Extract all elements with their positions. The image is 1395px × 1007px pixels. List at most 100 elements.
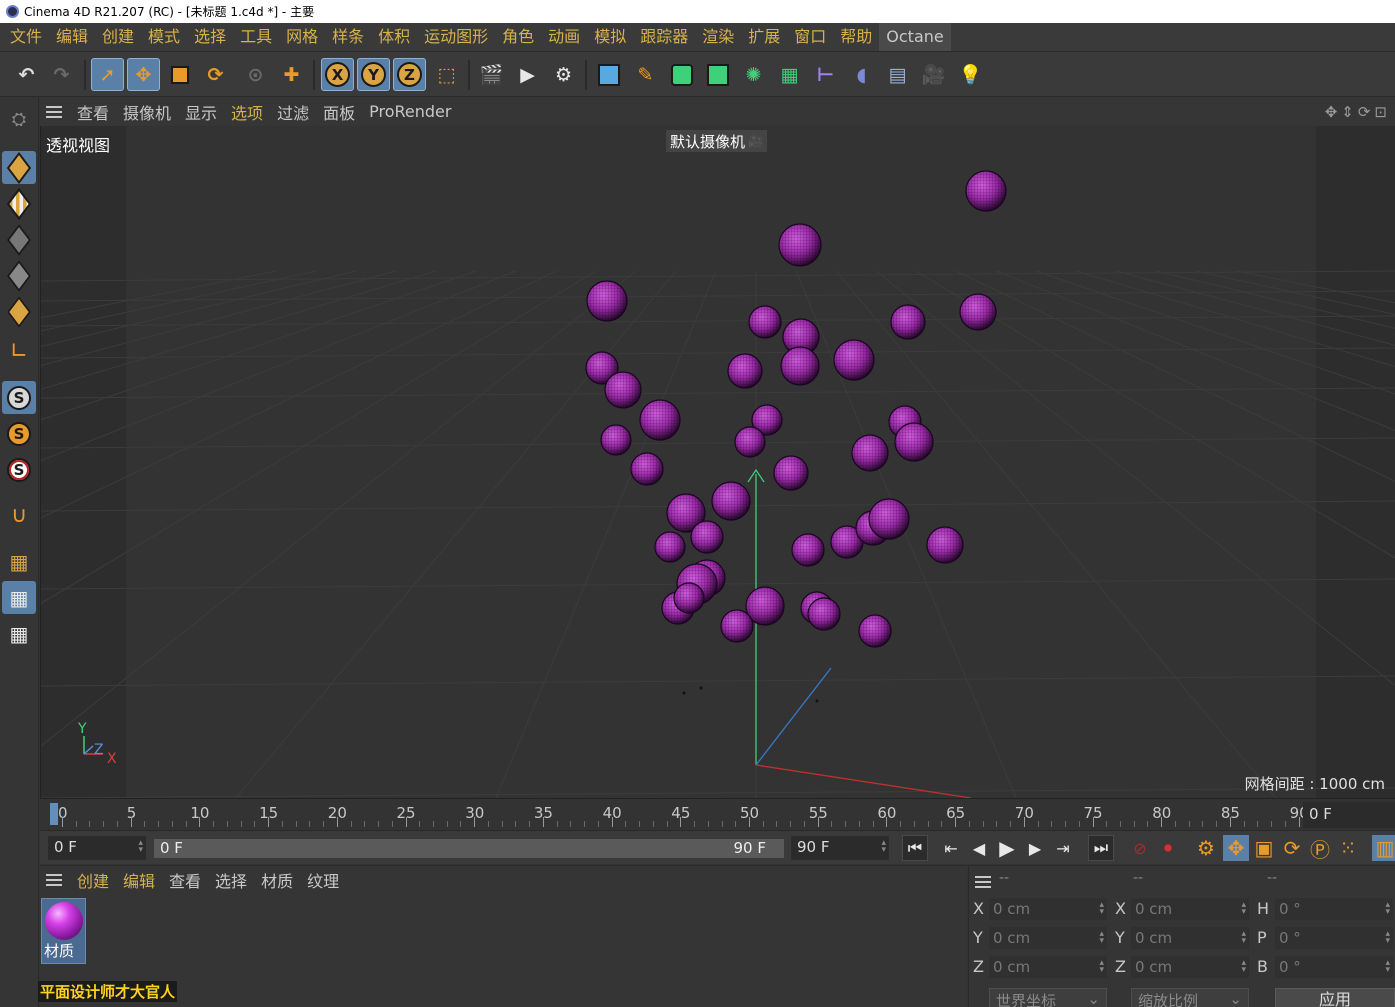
spin-arrows-icon[interactable]: ▴ ▾ — [1241, 930, 1246, 946]
size-y-field[interactable]: 0 cm ▴ ▾ — [1131, 927, 1249, 949]
menu-octane[interactable]: Octane — [879, 23, 951, 51]
spin-arrows-icon[interactable]: ▴ ▾ — [1385, 959, 1390, 975]
render-settings-icon[interactable]: ⚙ — [547, 58, 580, 91]
auto-key-icon[interactable]: ⏺ — [1155, 835, 1181, 861]
model-mode-icon[interactable] — [2, 151, 36, 184]
go-to-start-frame-icon[interactable]: ⇤ — [938, 835, 964, 861]
workplane-rotate-icon[interactable]: ▦ — [2, 617, 36, 650]
extrude-icon[interactable] — [701, 58, 734, 91]
camera-icon[interactable]: 🎥 — [917, 58, 950, 91]
key-parameter-icon[interactable]: Ⓟ — [1307, 835, 1333, 862]
start-frame-field[interactable]: 0 F ▴ ▾ — [48, 836, 146, 860]
key-rotation-icon[interactable]: ⟳ — [1279, 835, 1305, 861]
menu-tracker[interactable]: 跟踪器 — [633, 23, 695, 51]
menu-create[interactable]: 创建 — [95, 23, 141, 51]
snap-enable-icon[interactable]: S — [2, 453, 36, 486]
viewport-menu-camera[interactable]: 摄像机 — [116, 100, 178, 124]
position-y-field[interactable]: 0 cm ▴ ▾ — [989, 927, 1107, 949]
material-menu-select[interactable]: 选择 — [208, 868, 254, 892]
spin-arrows-icon[interactable]: ▴ ▾ — [1385, 930, 1390, 946]
subdivision-icon[interactable] — [665, 58, 698, 91]
go-to-start-icon[interactable]: ⏮ — [902, 835, 928, 861]
spin-arrows-icon[interactable]: ▴ ▾ — [1099, 959, 1104, 975]
rotation-h-field[interactable]: 0 ° ▴ ▾ — [1275, 898, 1393, 920]
rotate-icon[interactable]: ⟳ — [199, 58, 232, 91]
play-icon[interactable]: ▶ — [994, 835, 1020, 861]
recent-tool-icon[interactable]: ⊙ — [239, 58, 272, 91]
scale-icon[interactable] — [163, 58, 196, 91]
live-select-icon[interactable]: ➚ — [91, 58, 124, 91]
menu-mograph[interactable]: 运动图形 — [417, 23, 495, 51]
texture-mode-icon[interactable] — [2, 187, 36, 220]
workplane-icon[interactable]: ▦ — [2, 545, 36, 578]
viewport-menu-display[interactable]: 显示 — [178, 100, 224, 124]
spin-arrows-icon[interactable]: ▴ ▾ — [1099, 901, 1104, 917]
make-editable-icon[interactable]: ⛭ — [2, 103, 36, 136]
sketch-icon[interactable]: ◖ — [845, 58, 878, 91]
material-menu-icon[interactable] — [46, 871, 62, 889]
material-swatch[interactable]: 材质 — [41, 898, 86, 964]
coordinate-system-dropdown[interactable]: 世界坐标 ⌄ — [989, 988, 1107, 1007]
deformer-icon[interactable]: ⊢ — [809, 58, 842, 91]
render-picture-viewer-icon[interactable]: ▶ — [511, 58, 544, 91]
material-menu-edit[interactable]: 编辑 — [116, 868, 162, 892]
spin-arrows-icon[interactable]: ▴ ▾ — [1241, 959, 1246, 975]
menu-animate[interactable]: 动画 — [541, 23, 587, 51]
end-frame-field[interactable]: 90 F ▴ ▾ — [791, 836, 889, 860]
size-z-field[interactable]: 0 cm ▴ ▾ — [1131, 956, 1249, 978]
size-x-field[interactable]: 0 cm ▴ ▾ — [1131, 898, 1249, 920]
polygon-mode-icon[interactable] — [2, 295, 36, 328]
spin-arrows-icon[interactable]: ▴ ▾ — [138, 839, 143, 855]
keyframe-selection-icon[interactable]: ⚙ — [1193, 835, 1219, 861]
edge-mode-icon[interactable] — [2, 259, 36, 292]
timeline-window-icon[interactable]: ▥ — [1372, 835, 1395, 861]
viewport-menu-panel[interactable]: 面板 — [316, 100, 362, 124]
spin-arrows-icon[interactable]: ▴ ▾ — [1385, 901, 1390, 917]
apply-button[interactable]: 应用 — [1275, 988, 1395, 1007]
key-pla-icon[interactable]: ⁙ — [1335, 835, 1361, 861]
menu-file[interactable]: 文件 — [3, 23, 49, 51]
position-z-field[interactable]: 0 cm ▴ ▾ — [989, 956, 1107, 978]
viewport-menu-filter[interactable]: 过滤 — [270, 100, 316, 124]
z-axis-lock[interactable]: Z — [393, 58, 426, 91]
menu-mode[interactable]: 模式 — [141, 23, 187, 51]
menu-mesh[interactable]: 网格 — [279, 23, 325, 51]
viewport-menu-view[interactable]: 查看 — [70, 100, 116, 124]
menu-render[interactable]: 渲染 — [695, 23, 741, 51]
menu-character[interactable]: 角色 — [495, 23, 541, 51]
redo-icon[interactable]: ↷ — [45, 58, 78, 91]
menu-extensions[interactable]: 扩展 — [741, 23, 787, 51]
next-key-icon[interactable]: ⇥ — [1050, 835, 1076, 861]
timeline-ruler[interactable]: 0 5 10 15 20 25 30 35 40 45 50 55 60 65 70 75 80 85 90 0 F — [40, 798, 1395, 830]
current-frame-field[interactable]: 0 F — [1303, 802, 1395, 828]
undo-icon[interactable]: ↶ — [10, 58, 43, 91]
coord-menu-icon[interactable] — [975, 873, 991, 891]
material-menu-material[interactable]: 材质 — [254, 868, 300, 892]
world-coord-icon[interactable]: ⬚ — [430, 58, 463, 91]
rotation-b-field[interactable]: 0 ° ▴ ▾ — [1275, 956, 1393, 978]
viewport-menu-options[interactable]: 选项 — [224, 100, 270, 124]
spin-arrows-icon[interactable]: ▴ ▾ — [1099, 930, 1104, 946]
go-to-end-icon[interactable]: ⏭ — [1088, 835, 1114, 861]
x-axis-lock[interactable]: X — [321, 58, 354, 91]
camera-label[interactable]: 默认摄像机 🎥 — [666, 130, 767, 152]
size-mode-dropdown[interactable]: 缩放比例 ⌄ — [1131, 988, 1249, 1007]
menu-window[interactable]: 窗口 — [787, 23, 833, 51]
viewport-menu-prorender[interactable]: ProRender — [362, 102, 458, 121]
previous-frame-icon[interactable]: ◀ — [966, 835, 992, 861]
render-view-icon[interactable]: 🎬 — [475, 58, 508, 91]
spin-arrows-icon[interactable]: ▴ ▾ — [881, 839, 886, 855]
move-icon[interactable]: ✥ — [127, 58, 160, 91]
record-keys-icon[interactable]: ⊘ — [1127, 835, 1153, 861]
material-menu-create[interactable]: 创建 — [70, 868, 116, 892]
key-position-icon[interactable]: ✥ — [1223, 835, 1249, 861]
snap-settings-icon[interactable]: S — [2, 417, 36, 450]
locked-workplane-icon[interactable]: ▦ — [2, 581, 36, 614]
axis-mode-icon[interactable]: ∟ — [2, 335, 36, 368]
menu-select[interactable]: 选择 — [187, 23, 233, 51]
menu-volume[interactable]: 体积 — [371, 23, 417, 51]
menu-tools[interactable]: 工具 — [233, 23, 279, 51]
cube-icon[interactable] — [592, 58, 625, 91]
menu-help[interactable]: 帮助 — [833, 23, 879, 51]
viewport-nav-icons[interactable]: ✥⇕⟳⊡ — [1325, 103, 1391, 121]
